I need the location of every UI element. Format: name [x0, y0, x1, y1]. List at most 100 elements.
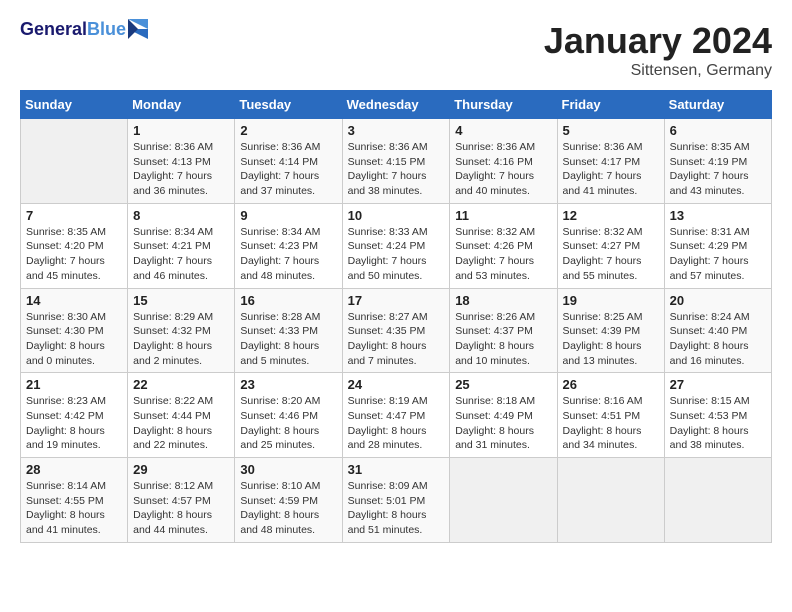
- day-number: 6: [670, 123, 766, 138]
- day-number: 1: [133, 123, 229, 138]
- day-info: Sunrise: 8:36 AMSunset: 4:14 PMDaylight:…: [240, 140, 336, 199]
- day-info: Sunrise: 8:35 AMSunset: 4:19 PMDaylight:…: [670, 140, 766, 199]
- day-number: 30: [240, 462, 336, 477]
- day-info: Sunrise: 8:28 AMSunset: 4:33 PMDaylight:…: [240, 310, 336, 369]
- day-info: Sunrise: 8:14 AMSunset: 4:55 PMDaylight:…: [26, 479, 122, 538]
- weekday-header: Monday: [128, 91, 235, 119]
- day-info: Sunrise: 8:18 AMSunset: 4:49 PMDaylight:…: [455, 394, 551, 453]
- day-number: 28: [26, 462, 122, 477]
- day-number: 4: [455, 123, 551, 138]
- day-info: Sunrise: 8:36 AMSunset: 4:13 PMDaylight:…: [133, 140, 229, 199]
- calendar-week-row: 21 Sunrise: 8:23 AMSunset: 4:42 PMDayligh…: [21, 373, 772, 458]
- calendar-cell: 23 Sunrise: 8:20 AMSunset: 4:46 PMDayligh…: [235, 373, 342, 458]
- calendar-cell: 12 Sunrise: 8:32 AMSunset: 4:27 PMDayligh…: [557, 203, 664, 288]
- calendar-cell: 28 Sunrise: 8:14 AMSunset: 4:55 PMDayligh…: [21, 458, 128, 543]
- calendar-cell: [21, 119, 128, 204]
- calendar-cell: 1 Sunrise: 8:36 AMSunset: 4:13 PMDaylight…: [128, 119, 235, 204]
- day-number: 14: [26, 293, 122, 308]
- calendar-cell: 10 Sunrise: 8:33 AMSunset: 4:24 PMDayligh…: [342, 203, 450, 288]
- day-number: 13: [670, 208, 766, 223]
- day-info: Sunrise: 8:32 AMSunset: 4:27 PMDaylight:…: [563, 225, 659, 284]
- day-info: Sunrise: 8:33 AMSunset: 4:24 PMDaylight:…: [348, 225, 445, 284]
- day-number: 12: [563, 208, 659, 223]
- calendar-cell: 24Sunrise: 8:19 AMSunset: 4:47 PMDayligh…: [342, 373, 450, 458]
- day-info: Sunrise: 8:36 AMSunset: 4:16 PMDaylight:…: [455, 140, 551, 199]
- day-number: 2: [240, 123, 336, 138]
- day-number: 10: [348, 208, 445, 223]
- day-number: 25: [455, 377, 551, 392]
- calendar-cell: 3Sunrise: 8:36 AMSunset: 4:15 PMDaylight…: [342, 119, 450, 204]
- calendar-cell: 30 Sunrise: 8:10 AMSunset: 4:59 PMDayligh…: [235, 458, 342, 543]
- day-info: Sunrise: 8:36 AMSunset: 4:15 PMDaylight:…: [348, 140, 445, 199]
- day-info: Sunrise: 8:35 AMSunset: 4:20 PMDaylight:…: [26, 225, 122, 284]
- title-block: January 2024 Sittensen, Germany: [544, 20, 772, 80]
- day-number: 18: [455, 293, 551, 308]
- day-number: 11: [455, 208, 551, 223]
- day-number: 21: [26, 377, 122, 392]
- day-info: Sunrise: 8:34 AMSunset: 4:21 PMDaylight:…: [133, 225, 229, 284]
- day-number: 17: [348, 293, 445, 308]
- calendar-cell: 9 Sunrise: 8:34 AMSunset: 4:23 PMDaylight…: [235, 203, 342, 288]
- calendar-cell: 16 Sunrise: 8:28 AMSunset: 4:33 PMDayligh…: [235, 288, 342, 373]
- calendar-week-row: 14 Sunrise: 8:30 AMSunset: 4:30 PMDayligh…: [21, 288, 772, 373]
- day-info: Sunrise: 8:20 AMSunset: 4:46 PMDaylight:…: [240, 394, 336, 453]
- day-info: Sunrise: 8:15 AMSunset: 4:53 PMDaylight:…: [670, 394, 766, 453]
- day-info: Sunrise: 8:31 AMSunset: 4:29 PMDaylight:…: [670, 225, 766, 284]
- day-info: Sunrise: 8:32 AMSunset: 4:26 PMDaylight:…: [455, 225, 551, 284]
- day-info: Sunrise: 8:10 AMSunset: 4:59 PMDaylight:…: [240, 479, 336, 538]
- day-info: Sunrise: 8:29 AMSunset: 4:32 PMDaylight:…: [133, 310, 229, 369]
- calendar-cell: [450, 458, 557, 543]
- day-info: Sunrise: 8:12 AMSunset: 4:57 PMDaylight:…: [133, 479, 229, 538]
- day-info: Sunrise: 8:16 AMSunset: 4:51 PMDaylight:…: [563, 394, 659, 453]
- weekday-header: Wednesday: [342, 91, 450, 119]
- weekday-header: Tuesday: [235, 91, 342, 119]
- calendar-cell: 4 Sunrise: 8:36 AMSunset: 4:16 PMDaylight…: [450, 119, 557, 204]
- day-number: 20: [670, 293, 766, 308]
- calendar-cell: 27 Sunrise: 8:15 AMSunset: 4:53 PMDayligh…: [664, 373, 771, 458]
- day-number: 27: [670, 377, 766, 392]
- weekday-header: Friday: [557, 91, 664, 119]
- calendar-cell: 21 Sunrise: 8:23 AMSunset: 4:42 PMDayligh…: [21, 373, 128, 458]
- calendar-cell: 22 Sunrise: 8:22 AMSunset: 4:44 PMDayligh…: [128, 373, 235, 458]
- calendar-table: SundayMondayTuesdayWednesdayThursdayFrid…: [20, 90, 772, 543]
- calendar-cell: 2 Sunrise: 8:36 AMSunset: 4:14 PMDaylight…: [235, 119, 342, 204]
- page-header: GeneralBlue January 2024 Sittensen, Germ…: [20, 20, 772, 80]
- calendar-cell: 14 Sunrise: 8:30 AMSunset: 4:30 PMDayligh…: [21, 288, 128, 373]
- calendar-cell: 25 Sunrise: 8:18 AMSunset: 4:49 PMDayligh…: [450, 373, 557, 458]
- day-number: 22: [133, 377, 229, 392]
- day-info: Sunrise: 8:23 AMSunset: 4:42 PMDaylight:…: [26, 394, 122, 453]
- calendar-cell: 29 Sunrise: 8:12 AMSunset: 4:57 PMDayligh…: [128, 458, 235, 543]
- calendar-cell: 6 Sunrise: 8:35 AMSunset: 4:19 PMDaylight…: [664, 119, 771, 204]
- day-number: 16: [240, 293, 336, 308]
- location: Sittensen, Germany: [544, 62, 772, 80]
- calendar-cell: 7 Sunrise: 8:35 AMSunset: 4:20 PMDaylight…: [21, 203, 128, 288]
- day-info: Sunrise: 8:27 AMSunset: 4:35 PMDaylight:…: [348, 310, 445, 369]
- day-info: Sunrise: 8:19 AMSunset: 4:47 PMDaylight:…: [348, 394, 445, 453]
- day-info: Sunrise: 8:34 AMSunset: 4:23 PMDaylight:…: [240, 225, 336, 284]
- day-number: 23: [240, 377, 336, 392]
- calendar-cell: 5Sunrise: 8:36 AMSunset: 4:17 PMDaylight…: [557, 119, 664, 204]
- day-number: 8: [133, 208, 229, 223]
- calendar-cell: [557, 458, 664, 543]
- calendar-cell: [664, 458, 771, 543]
- day-number: 31: [348, 462, 445, 477]
- calendar-week-row: 28 Sunrise: 8:14 AMSunset: 4:55 PMDayligh…: [21, 458, 772, 543]
- month-title: January 2024: [544, 20, 772, 62]
- day-number: 7: [26, 208, 122, 223]
- calendar-cell: 26 Sunrise: 8:16 AMSunset: 4:51 PMDayligh…: [557, 373, 664, 458]
- calendar-cell: 20Sunrise: 8:24 AMSunset: 4:40 PMDayligh…: [664, 288, 771, 373]
- calendar-cell: 19Sunrise: 8:25 AMSunset: 4:39 PMDayligh…: [557, 288, 664, 373]
- calendar-cell: 17 Sunrise: 8:27 AMSunset: 4:35 PMDayligh…: [342, 288, 450, 373]
- day-number: 9: [240, 208, 336, 223]
- day-number: 19: [563, 293, 659, 308]
- day-info: Sunrise: 8:30 AMSunset: 4:30 PMDaylight:…: [26, 310, 122, 369]
- weekday-header: Thursday: [450, 91, 557, 119]
- day-number: 26: [563, 377, 659, 392]
- calendar-cell: 31Sunrise: 8:09 AMSunset: 5:01 PMDayligh…: [342, 458, 450, 543]
- weekday-header: Sunday: [21, 91, 128, 119]
- day-number: 29: [133, 462, 229, 477]
- calendar-week-row: 7 Sunrise: 8:35 AMSunset: 4:20 PMDaylight…: [21, 203, 772, 288]
- calendar-cell: 18Sunrise: 8:26 AMSunset: 4:37 PMDayligh…: [450, 288, 557, 373]
- day-info: Sunrise: 8:22 AMSunset: 4:44 PMDaylight:…: [133, 394, 229, 453]
- calendar-cell: 15Sunrise: 8:29 AMSunset: 4:32 PMDayligh…: [128, 288, 235, 373]
